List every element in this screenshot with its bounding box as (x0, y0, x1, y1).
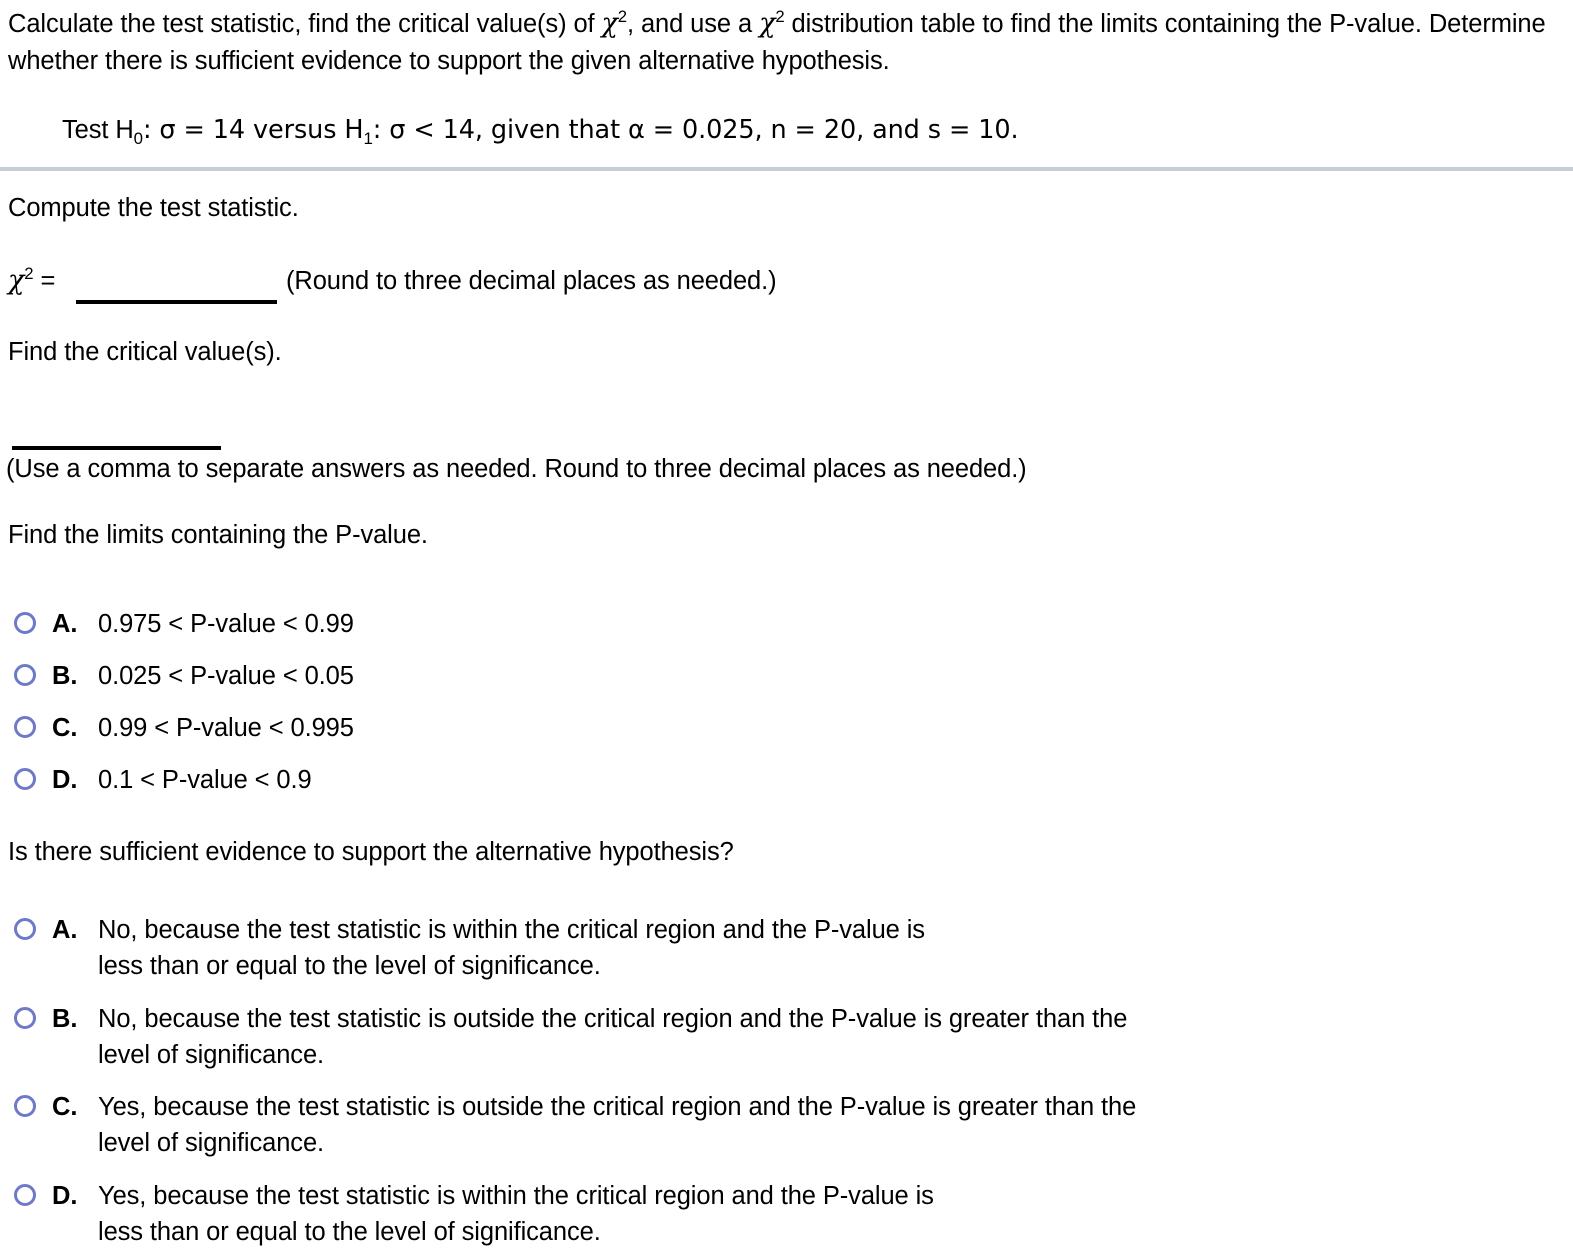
option-label: No, because the test statistic is within… (98, 916, 925, 980)
chi-equation-line: χ2 = (8, 264, 55, 298)
radio-button-icon[interactable] (14, 612, 36, 634)
pvalue-option-a[interactable]: A. 0.975 < P-value < 0.99 (14, 606, 1534, 642)
chi-symbol-answer: χ2 (8, 264, 34, 296)
option-letter: C. (52, 1093, 78, 1121)
option-label: 0.99 < P-value < 0.995 (98, 714, 354, 742)
chi-answer-input[interactable] (76, 300, 277, 304)
evidence-option-a[interactable]: A. No, because the test statistic is wit… (14, 912, 1534, 984)
exercise-page: Calculate the test statistic, find the c… (0, 0, 1573, 1257)
pvalue-option-b[interactable]: B. 0.025 < P-value < 0.05 (14, 658, 1534, 694)
option-letter: B. (52, 1005, 78, 1033)
option-label: 0.1 < P-value < 0.9 (98, 766, 312, 794)
option-label: No, because the test statistic is outsid… (98, 1005, 1128, 1069)
chi-exponent-1: 2 (617, 7, 627, 26)
pvalue-heading: Find the limits containing the P-value. (8, 521, 428, 549)
chi-symbol-1: χ2 (601, 7, 628, 39)
radio-button-icon[interactable] (14, 1095, 36, 1117)
pvalue-option-d[interactable]: D. 0.1 < P-value < 0.9 (14, 762, 1534, 798)
pvalue-option-c[interactable]: C. 0.99 < P-value < 0.995 (14, 710, 1534, 746)
evidence-option-b[interactable]: B. No, because the test statistic is out… (14, 1001, 1534, 1073)
option-label: 0.975 < P-value < 0.99 (98, 610, 354, 638)
option-letter: B. (52, 662, 78, 690)
hypothesis-suffix: : σ < 14, given that α = 0.025, n = 20, … (372, 115, 1019, 145)
critical-value-note: (Use a comma to separate answers as need… (6, 455, 1027, 483)
radio-button-icon[interactable] (14, 664, 36, 686)
evidence-heading: Is there sufficient evidence to support … (8, 838, 734, 866)
chi-exponent-2: 2 (775, 7, 785, 26)
option-letter: C. (52, 714, 78, 742)
radio-button-icon[interactable] (14, 716, 36, 738)
evidence-option-c[interactable]: C. Yes, because the test statistic is ou… (14, 1089, 1534, 1161)
compute-heading: Compute the test statistic. (8, 194, 299, 222)
option-letter: A. (52, 610, 78, 638)
radio-button-icon[interactable] (14, 1184, 36, 1206)
hypothesis-prefix: Test H (62, 116, 134, 144)
alt-hypothesis-subscript: 1 (363, 129, 373, 149)
option-letter: A. (52, 916, 78, 944)
chi-equals-sign: = (40, 267, 56, 295)
chi-rounding-note: (Round to three decimal places as needed… (286, 267, 777, 295)
option-letter: D. (52, 1182, 78, 1210)
evidence-option-d[interactable]: D. Yes, because the test statistic is wi… (14, 1178, 1534, 1250)
option-label: 0.025 < P-value < 0.05 (98, 662, 354, 690)
critical-value-heading: Find the critical value(s). (8, 338, 282, 366)
option-letter: D. (52, 766, 78, 794)
radio-button-icon[interactable] (14, 768, 36, 790)
option-label: Yes, because the test statistic is outsi… (98, 1093, 1137, 1157)
null-hypothesis-subscript: 0 (133, 129, 143, 149)
critical-value-input[interactable] (12, 446, 221, 450)
radio-button-icon[interactable] (14, 918, 36, 940)
statement-text-part2: , and use a (626, 10, 760, 38)
hypothesis-middle: : σ = 14 versus H (142, 115, 364, 145)
radio-button-icon[interactable] (14, 1007, 36, 1029)
chi-symbol-2: χ2 (759, 7, 785, 39)
statement-text-part1: Calculate the test statistic, find the c… (8, 10, 602, 38)
hypothesis-line: Test H0: σ = 14 versus H1: σ < 14, given… (62, 112, 1019, 149)
option-label: Yes, because the test statistic is withi… (98, 1182, 934, 1246)
section-divider (0, 167, 1573, 171)
chi-exponent-answer: 2 (24, 264, 34, 283)
problem-statement: Calculate the test statistic, find the c… (8, 5, 1566, 80)
